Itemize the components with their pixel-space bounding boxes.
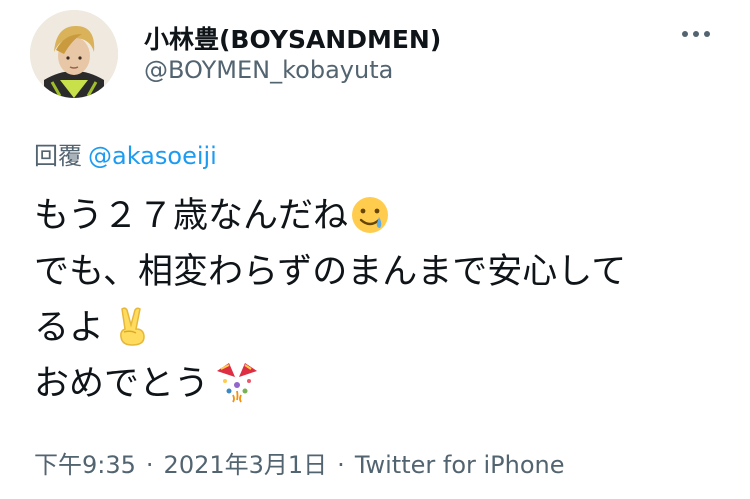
reply-mention-link[interactable]: @akasoeiji — [88, 142, 217, 170]
tweet-text-line: もう２７歳なんだね — [34, 188, 724, 244]
author-display-name[interactable]: 小林豊(BOYSANDMEN) — [144, 20, 441, 56]
party-popper-icon — [211, 359, 263, 420]
reply-label: 回覆 — [34, 142, 82, 170]
meta-separator: · — [145, 451, 154, 479]
more-options-button[interactable] — [672, 20, 720, 48]
meta-separator: · — [337, 451, 345, 479]
avatar[interactable] — [30, 10, 118, 98]
tweet-text-line: でも、相変わらずのまんまで安心して — [34, 252, 627, 292]
tweet-source-link[interactable]: Twitter for iPhone — [355, 451, 565, 479]
tweet-text-segment: おめでとう — [34, 364, 210, 404]
tweet-date[interactable]: 2021年3月1日 — [164, 451, 328, 479]
more-dot-icon — [682, 31, 688, 37]
tweet-text-line: るよ — [34, 300, 724, 356]
more-dot-icon — [704, 31, 710, 37]
tweet-text-segment: もう２７歳なんだね — [34, 196, 348, 236]
replying-to: 回覆 @akasoeiji — [34, 136, 217, 171]
tweet-card: 小林豊(BOYSANDMEN) @BOYMEN_kobayuta 回覆 @akas… — [0, 0, 750, 499]
tweet-text-segment: るよ — [34, 308, 105, 348]
tweet-meta: 下午9:35 · 2021年3月1日 · Twitter for iPhone — [34, 445, 565, 480]
tweet-time[interactable]: 下午9:35 — [34, 451, 136, 479]
tweet-text-line: おめでとう — [34, 356, 724, 412]
tweet-text: もう２７歳なんだね でも、相変わらずのまんまで安心して るよ おめでとう — [34, 188, 724, 412]
more-dot-icon — [693, 31, 699, 37]
avatar-image — [30, 10, 118, 98]
author-handle[interactable]: @BOYMEN_kobayuta — [144, 56, 393, 84]
